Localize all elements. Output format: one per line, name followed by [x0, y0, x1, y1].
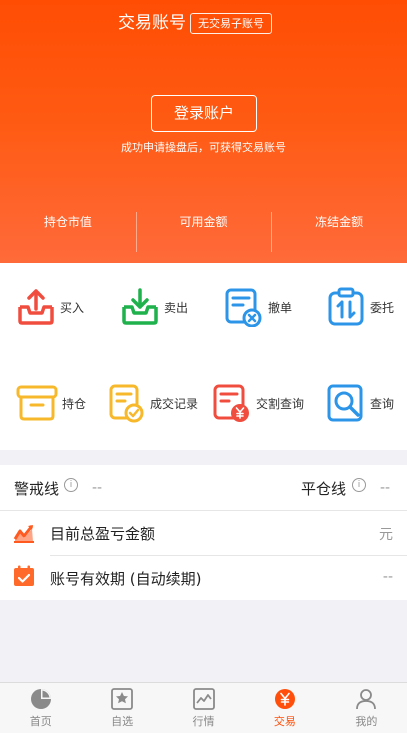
total-pnl-label: 目前总盈亏金额	[50, 525, 156, 543]
warning-line-value: --	[92, 480, 103, 496]
menu-entrust[interactable]: 委托	[326, 285, 394, 329]
login-button[interactable]: 登录账户	[151, 95, 257, 132]
tab-market-label: 行情	[192, 715, 215, 728]
tab-mine[interactable]: 我的	[326, 683, 407, 733]
sub-account-badge[interactable]: 无交易子账号	[190, 13, 272, 34]
title-row: 交易账号 无交易子账号	[0, 12, 407, 36]
tab-watchlist-label: 自选	[111, 715, 134, 728]
menu-sell[interactable]: 卖出	[120, 285, 188, 329]
menu-entrust-label: 委托	[370, 300, 395, 315]
list-item-account-validity[interactable]: 账号有效期 (自动续期) --	[0, 556, 407, 600]
menu-cancel-label: 撤单	[268, 300, 293, 315]
tab-trade[interactable]: 交易	[244, 683, 325, 733]
bottom-tab-bar: 首页 自选 行情 交易 我的	[0, 682, 407, 733]
menu-trade-records[interactable]: 成交记录	[108, 381, 198, 425]
tab-market[interactable]: 行情	[163, 683, 244, 733]
menu-position[interactable]: 持仓	[16, 381, 86, 425]
menu-delivery-query-label: 交割查询	[256, 396, 305, 411]
login-tip: 成功申请操盘后，可获得交易账号	[121, 141, 286, 154]
list-item-total-pnl[interactable]: 目前总盈亏金额 元	[0, 511, 407, 556]
stat-position-value: 持仓市值	[43, 215, 92, 229]
menu-delivery-query[interactable]: 交割查询	[212, 381, 304, 425]
account-info-list: 目前总盈亏金额 元 账号有效期 (自动续期) --	[0, 511, 407, 600]
total-pnl-value: 元	[379, 527, 393, 543]
trade-menu: 买入 卖出 撤单 委托 持仓 成交记录 交割查询 查询	[0, 263, 407, 450]
menu-cancel-order[interactable]: 撤单	[224, 285, 292, 329]
liquidation-line-value: --	[380, 480, 391, 496]
trend-chart-icon	[13, 525, 34, 543]
document-yen-icon	[213, 384, 249, 422]
stat-available-amount: 可用金额	[135, 210, 272, 254]
user-icon	[356, 689, 377, 710]
calendar-check-icon	[14, 565, 34, 586]
menu-query[interactable]: 查询	[326, 381, 394, 425]
pie-chart-icon	[30, 689, 51, 709]
box-icon	[16, 385, 58, 421]
menu-buy[interactable]: 买入	[16, 285, 84, 329]
tab-home-label: 首页	[29, 715, 52, 728]
risk-lines: 警戒线 i -- 平仓线 i --	[0, 465, 407, 511]
tab-trade-label: 交易	[273, 715, 296, 728]
stat-frozen-amount: 冻结金额	[271, 210, 407, 254]
menu-position-label: 持仓	[62, 396, 87, 411]
page-title: 交易账号	[118, 13, 186, 33]
tab-home[interactable]: 首页	[0, 683, 81, 733]
line-chart-icon	[192, 688, 215, 710]
menu-buy-label: 买入	[60, 300, 85, 315]
warning-line-label: 警戒线	[14, 480, 60, 498]
magnifier-icon	[327, 384, 363, 422]
bookmark-star-icon	[111, 688, 134, 710]
account-stats: 持仓市值 可用金额 冻结金额	[0, 210, 407, 254]
menu-query-label: 查询	[370, 396, 395, 411]
cancel-order-icon	[225, 288, 262, 327]
clipboard-arrows-icon	[328, 287, 364, 326]
document-check-icon	[109, 384, 144, 423]
tab-watchlist[interactable]: 自选	[81, 683, 162, 733]
yen-circle-icon	[274, 689, 295, 709]
menu-sell-label: 卖出	[164, 300, 189, 315]
tray-download-icon	[122, 288, 158, 325]
account-validity-value: --	[382, 569, 393, 585]
liquidation-line-label: 平仓线	[301, 480, 347, 498]
tab-mine-label: 我的	[355, 715, 378, 728]
menu-trade-records-label: 成交记录	[150, 396, 199, 411]
tray-upload-icon	[18, 289, 54, 325]
account-validity-label: 账号有效期 (自动续期)	[50, 570, 202, 588]
liquidation-info-icon[interactable]: i	[352, 478, 366, 492]
account-header: 交易账号 无交易子账号 登录账户 成功申请操盘后，可获得交易账号 持仓市值 可用…	[0, 0, 407, 263]
warning-info-icon[interactable]: i	[64, 478, 78, 492]
